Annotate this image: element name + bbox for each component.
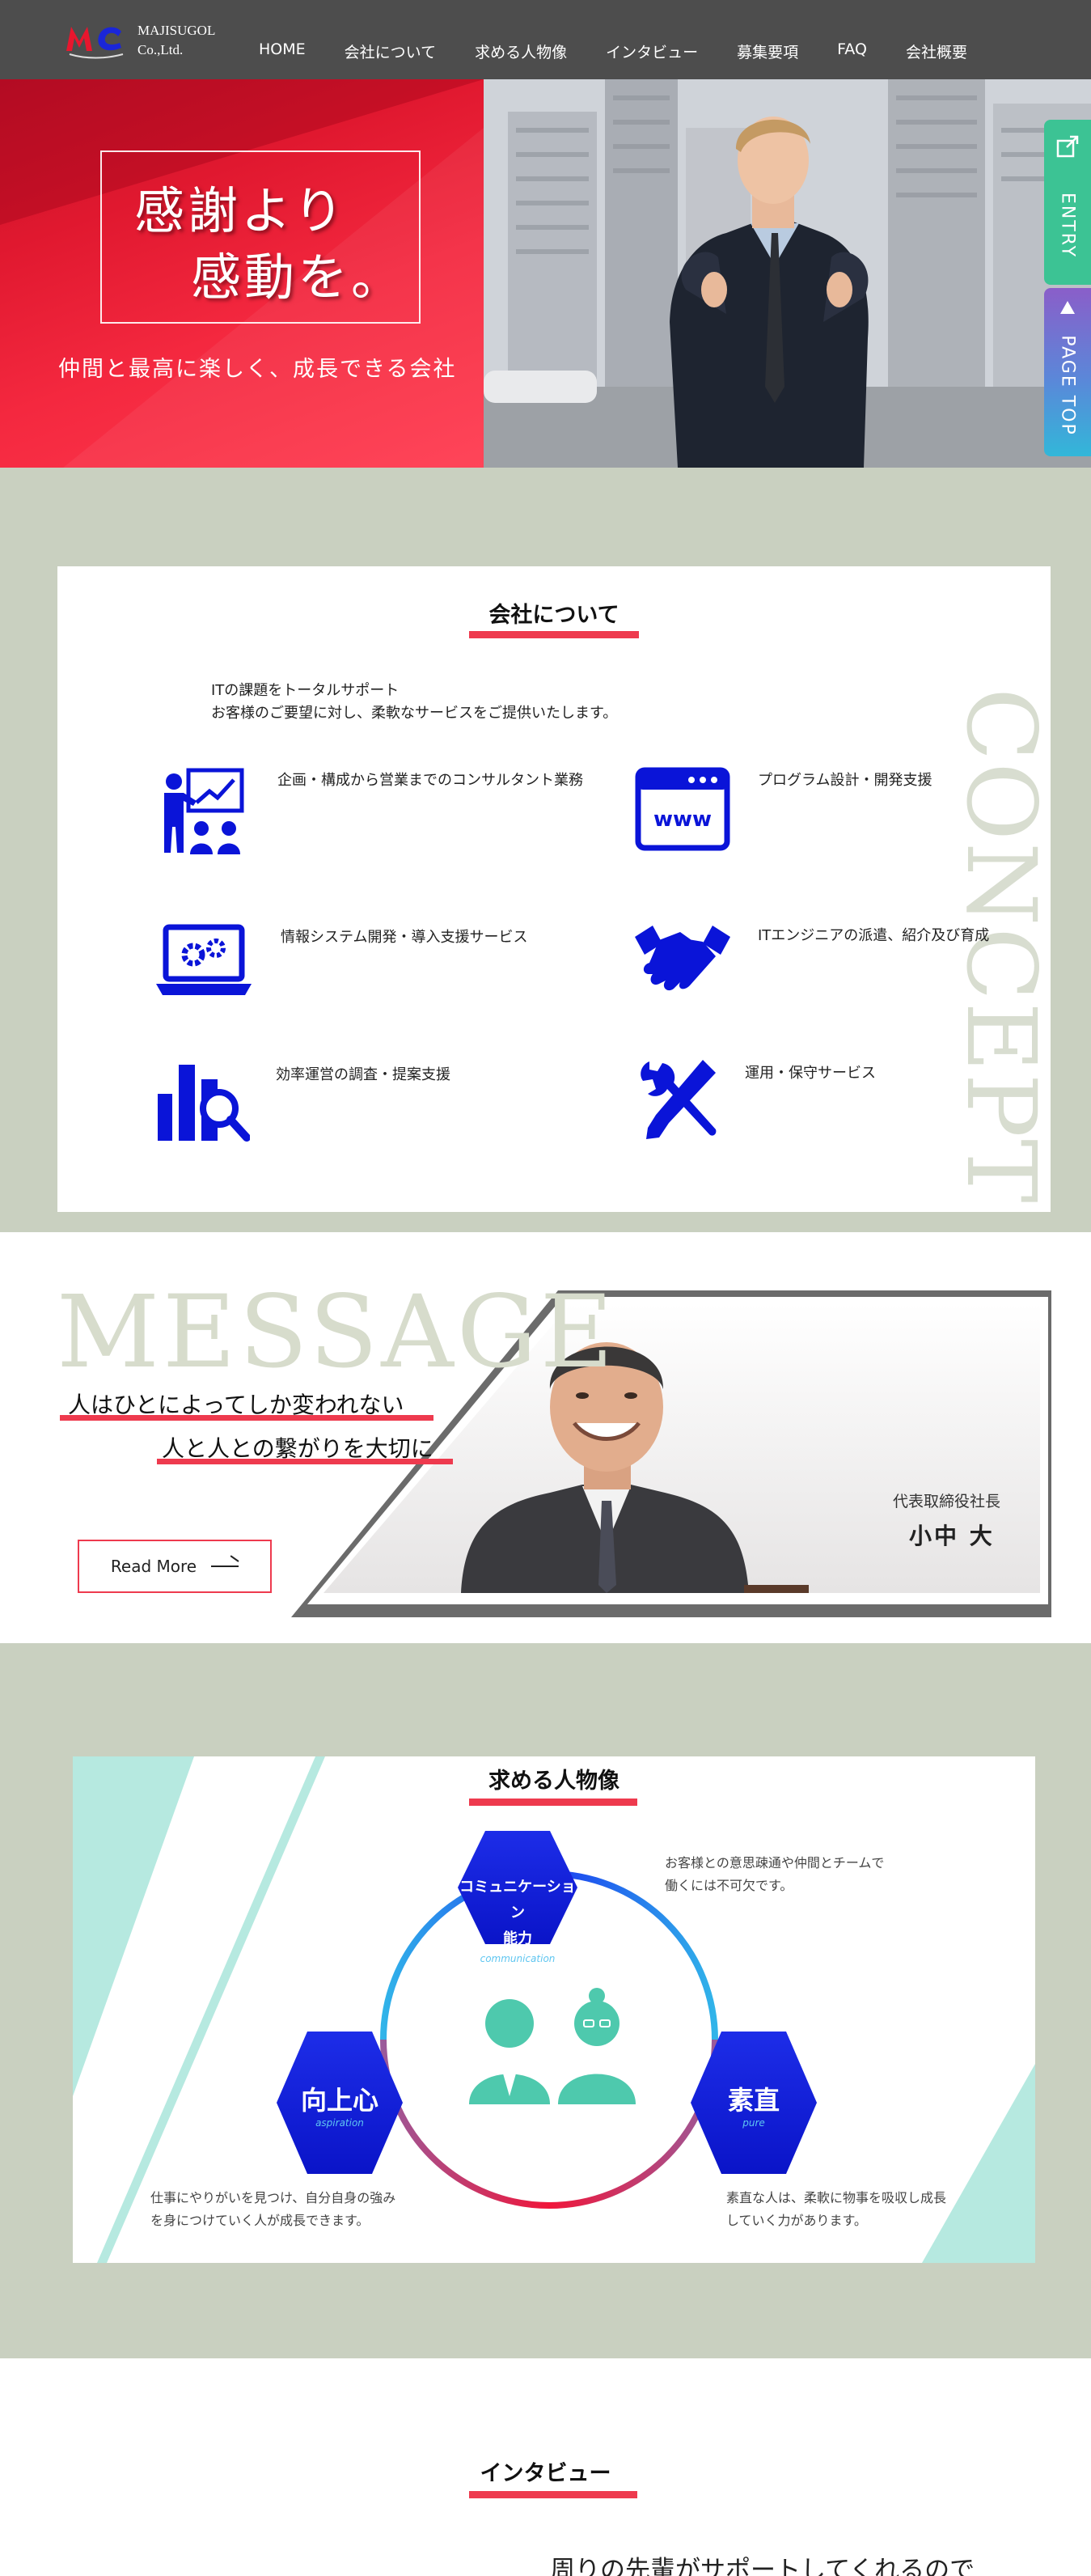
nav-interview[interactable]: インタビュー: [606, 40, 698, 62]
about-intro: ITの課題をトータルサポート お客様のご要望に対し、柔軟なサービスをご提供いたし…: [211, 682, 618, 722]
hero-banner: 感謝より 感動を。 仲間と最高に楽しく、成長できる会社: [0, 79, 1091, 468]
service-label-maintenance: 運用・保守サービス: [745, 1065, 876, 1082]
service-label-program: プログラム設計・開発支援: [758, 772, 932, 789]
entry-tab[interactable]: ENTRY: [1044, 120, 1091, 285]
nav-faq[interactable]: FAQ: [837, 40, 867, 62]
concept-watermark: CONCEPT: [945, 688, 1051, 1205]
nav-talent[interactable]: 求める人物像: [475, 40, 567, 62]
logo-name: MAJISUGOL: [137, 23, 216, 38]
tools-icon: [635, 1057, 719, 1146]
ceo-role: 代表取締役社長: [893, 1493, 1001, 1510]
main-nav: HOME 会社について 求める人物像 インタビュー 募集要項 FAQ 会社概要: [259, 40, 1006, 62]
side-tabs: ENTRY PAGE TOP: [1044, 120, 1091, 456]
read-more-label: Read More: [110, 1557, 197, 1576]
about-title-underline: [469, 631, 639, 638]
nav-recruit[interactable]: 募集要項: [737, 40, 798, 62]
chart-search-icon: [156, 1061, 251, 1146]
ceo-name: 小中 大: [909, 1523, 995, 1549]
about-card: 会社について ITの課題をトータルサポート お客様のご要望に対し、柔軟なサービス…: [57, 566, 1051, 1212]
page-top-tab[interactable]: PAGE TOP: [1044, 288, 1091, 456]
message-line1: 人はひとによってしか変われない: [68, 1392, 404, 1418]
hero-title-line1: 感謝より: [134, 181, 347, 240]
mc-logo-icon: [65, 22, 126, 59]
about-title: 会社について: [488, 603, 620, 628]
svg-text:www: www: [653, 807, 712, 832]
triangle-up-icon: [1060, 301, 1075, 314]
hex-communication: コミュニケーション 能力 communication: [459, 1879, 576, 1964]
page-top-label: PAGE TOP: [1057, 335, 1078, 436]
talent-section: 求める人物像 コミュニケーション 能力 communication 向上心 as…: [0, 1643, 1091, 2358]
hex-pure: 素直 pure: [727, 2085, 780, 2129]
entry-tab-label: ENTRY: [1057, 192, 1078, 259]
desc-communication: お客様との意思疎通や仲間とチームで 働くには不可欠です。: [665, 1855, 885, 1893]
read-more-button[interactable]: Read More: [78, 1540, 272, 1593]
message-line2: 人と人との繋がりを大切に: [162, 1435, 433, 1462]
nav-home[interactable]: HOME: [259, 40, 306, 62]
laptop-gear-icon: [156, 924, 252, 1000]
nav-company[interactable]: 会社概要: [906, 40, 967, 62]
interview-title-underline: [469, 2491, 637, 2498]
arrow-right-icon: [211, 1566, 239, 1567]
hero-text-panel: 感謝より 感動を。 仲間と最高に楽しく、成長できる会社: [0, 79, 484, 468]
www-icon: www: [635, 767, 730, 854]
service-label-research: 効率運営の調査・提案支援: [276, 1066, 450, 1083]
hero-title-frame: 感謝より 感動を。: [100, 150, 421, 324]
hero-subtitle: 仲間と最高に楽しく、成長できる会社: [58, 357, 457, 382]
logo-suffix: Co.,Ltd.: [137, 42, 184, 57]
service-label-system: 情報システム開発・導入支援サービス: [281, 929, 528, 946]
hero-businessman-photo: [484, 79, 1091, 468]
hero-title-line2: 感動を。: [191, 248, 405, 307]
talent-card: 求める人物像 コミュニケーション 能力 communication 向上心 as…: [73, 1756, 1035, 2263]
interview-teaser: 周りの先輩がサポートしてくれるので: [550, 2556, 975, 2576]
nav-about[interactable]: 会社について: [345, 40, 436, 62]
interview-section: インタビュー 周りの先輩がサポートしてくれるので: [0, 2358, 1091, 2576]
consultant-icon: [156, 767, 247, 859]
handshake-icon: [635, 921, 730, 1002]
external-link-icon: [1056, 135, 1079, 158]
service-label-consulting: 企画・構成から営業までのコンサルタント業務: [277, 772, 583, 789]
company-logo[interactable]: MAJISUGOL Co.,Ltd.: [65, 21, 215, 60]
talent-title: 求める人物像: [488, 1769, 620, 1794]
hex-aspiration: 向上心 aspiration: [300, 2085, 378, 2129]
interview-title: インタビュー: [480, 2461, 611, 2486]
message-watermark: MESSAGE: [57, 1274, 617, 1391]
message-section: MESSAGE 人はひとによってしか変われない 人と人との繋がりを大切に Rea…: [0, 1232, 1091, 1643]
site-header: MAJISUGOL Co.,Ltd. HOME 会社について 求める人物像 イン…: [0, 0, 1091, 79]
about-section: 会社について ITの課題をトータルサポート お客様のご要望に対し、柔軟なサービス…: [0, 468, 1091, 1232]
desc-aspiration: 仕事にやりがいを見つけ、自分自身の強み を身につけていく人が成長できます。: [150, 2190, 396, 2228]
service-label-engineer: ITエンジニアの派遣、紹介及び育成: [758, 927, 990, 944]
desc-pure: 素直な人は、柔軟に物事を吸収し成長 していく力があります。: [726, 2190, 947, 2228]
talent-title-underline: [469, 1799, 637, 1806]
